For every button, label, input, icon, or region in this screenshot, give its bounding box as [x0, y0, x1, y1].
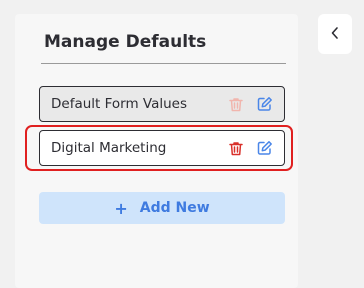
title-divider — [41, 63, 286, 64]
collapse-panel-button[interactable] — [318, 14, 352, 54]
plus-icon: + — [114, 198, 128, 218]
chevron-left-icon — [330, 25, 340, 44]
panel-title: Manage Defaults — [44, 32, 207, 52]
edit-icon[interactable] — [256, 95, 274, 113]
digital-marketing-item-row[interactable]: Digital Marketing — [39, 130, 285, 166]
add-new-button[interactable]: + Add New — [39, 192, 285, 224]
add-new-label: Add New — [139, 200, 210, 216]
trash-icon[interactable] — [227, 139, 245, 157]
digital-marketing-item-label: Digital Marketing — [51, 140, 167, 156]
default-item-row[interactable]: Default Form Values — [39, 86, 285, 122]
default-item-label: Default Form Values — [51, 96, 188, 112]
edit-icon[interactable] — [256, 139, 274, 157]
manage-defaults-panel: Manage Defaults Default Form Values Digi… — [15, 14, 298, 288]
trash-icon[interactable] — [227, 95, 245, 113]
